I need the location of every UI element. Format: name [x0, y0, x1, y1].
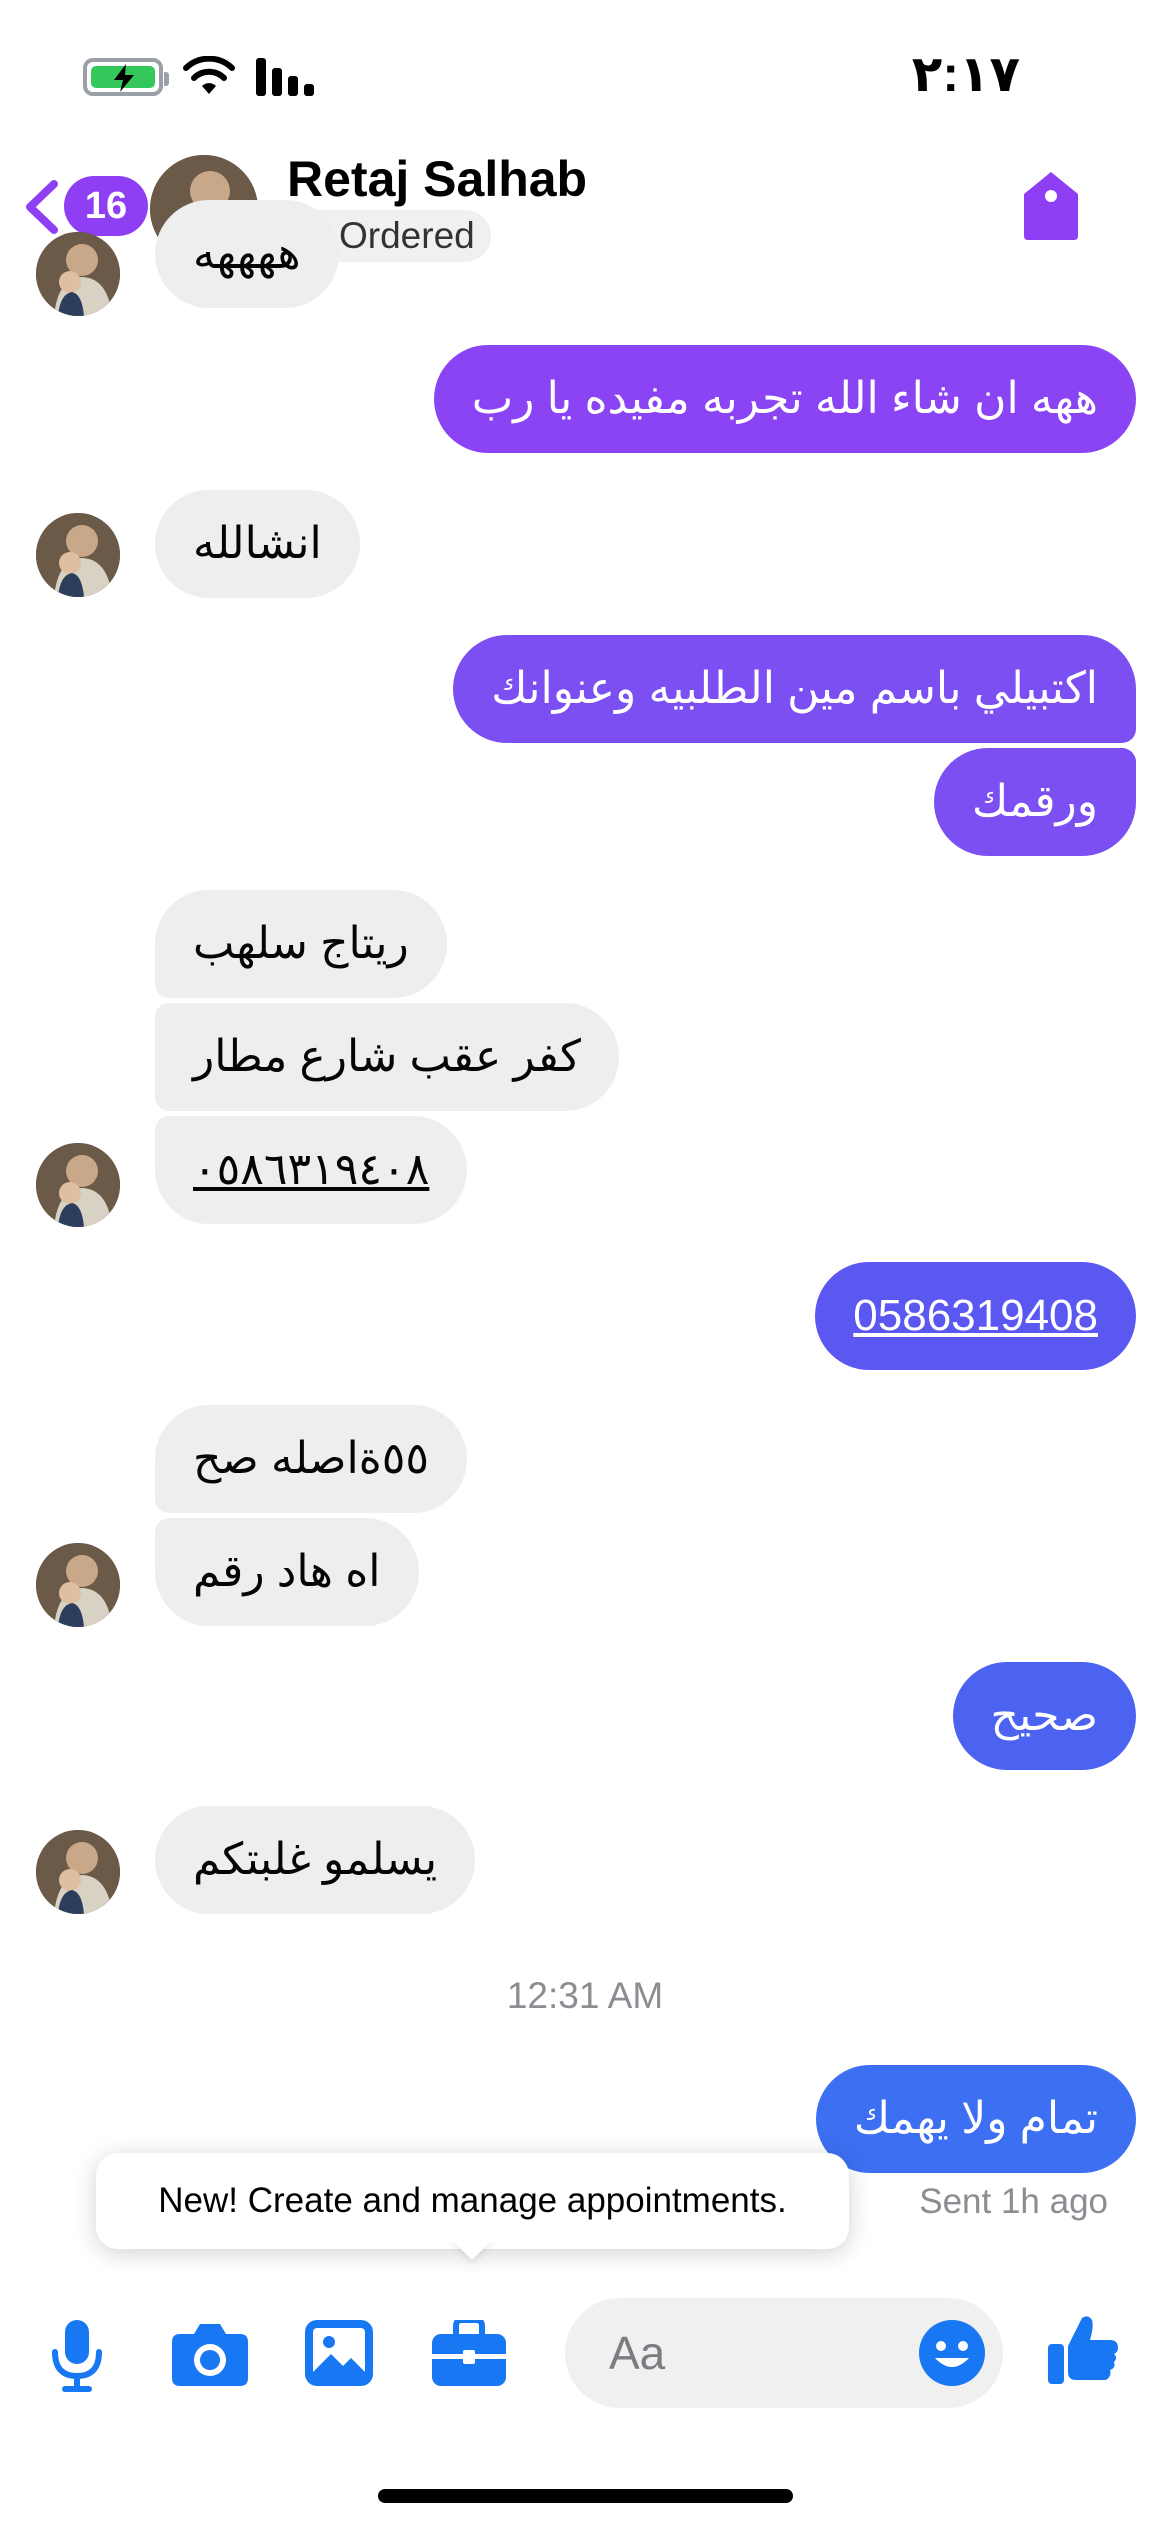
clock: ٢:١٧ [911, 46, 1020, 102]
feature-tooltip[interactable]: New! Create and manage appointments. [96, 2153, 849, 2249]
phone-link[interactable]: 0586319408 [853, 1291, 1098, 1340]
message-composer [0, 2290, 1170, 2420]
message-bubble-incoming[interactable]: ٠٥٨٦٣١٩٤٠٨ [155, 1116, 468, 1224]
message-bubble-outgoing[interactable]: اكتبيلي باسم مين الطلبيه وعنوانك [453, 635, 1136, 743]
message-bubble-outgoing[interactable]: ههه ان شاء الله تجربه مفيده يا رب [433, 345, 1136, 453]
message-bubble-incoming[interactable]: يسلمو غلبتكم [155, 1806, 476, 1914]
message-input-container[interactable] [565, 2298, 1003, 2408]
briefcase-icon[interactable] [432, 2320, 506, 2386]
sent-status: Sent 1h ago [919, 2182, 1108, 2221]
message-bubble-incoming[interactable]: ٥٥ةاصله صح [155, 1405, 468, 1513]
gallery-icon[interactable] [305, 2320, 373, 2386]
sender-avatar [36, 1143, 120, 1227]
sender-avatar [36, 232, 120, 316]
message-bubble-incoming[interactable]: ههههه [155, 200, 339, 308]
back-button[interactable]: 16 [22, 176, 148, 238]
home-indicator[interactable] [378, 2489, 793, 2503]
message-timestamp: 12:31 AM [506, 1975, 664, 2016]
message-bubble-incoming[interactable]: ريتاج سلهب [155, 890, 447, 998]
message-bubble-outgoing[interactable]: 0586319408 [815, 1262, 1136, 1370]
phone-link[interactable]: ٠٥٨٦٣١٩٤٠٨ [193, 1145, 429, 1194]
tooltip-pointer [450, 2238, 494, 2260]
message-bubble-incoming[interactable]: انشالله [155, 490, 360, 598]
battery-icon [83, 58, 169, 96]
tag-icon[interactable] [1022, 170, 1080, 242]
message-input[interactable] [609, 2298, 899, 2408]
wifi-icon [183, 56, 235, 94]
unread-count-badge: 16 [64, 176, 148, 236]
chevron-left-icon [26, 180, 58, 234]
message-bubble-incoming[interactable]: اه هاد رقم [155, 1518, 419, 1626]
signal-icon [256, 58, 314, 96]
thumbs-up-icon[interactable] [1048, 2314, 1118, 2384]
contact-name[interactable]: Retaj Salhab [287, 150, 587, 208]
sender-avatar [36, 1830, 120, 1914]
camera-icon[interactable] [172, 2320, 248, 2386]
message-bubble-outgoing[interactable]: ورقمك [933, 748, 1136, 856]
message-bubble-outgoing[interactable]: تمام ولا يهمك [815, 2065, 1136, 2173]
emoji-icon[interactable] [919, 2320, 985, 2386]
microphone-icon[interactable] [50, 2320, 104, 2392]
message-bubble-incoming[interactable]: كفر عقب شارع مطار [155, 1003, 619, 1111]
status-bar: ٢:١٧ [0, 0, 1170, 150]
sender-avatar [36, 513, 120, 597]
sender-avatar [36, 1543, 120, 1627]
message-bubble-outgoing[interactable]: صحيح [952, 1662, 1136, 1770]
order-status-label: Ordered [339, 215, 475, 256]
